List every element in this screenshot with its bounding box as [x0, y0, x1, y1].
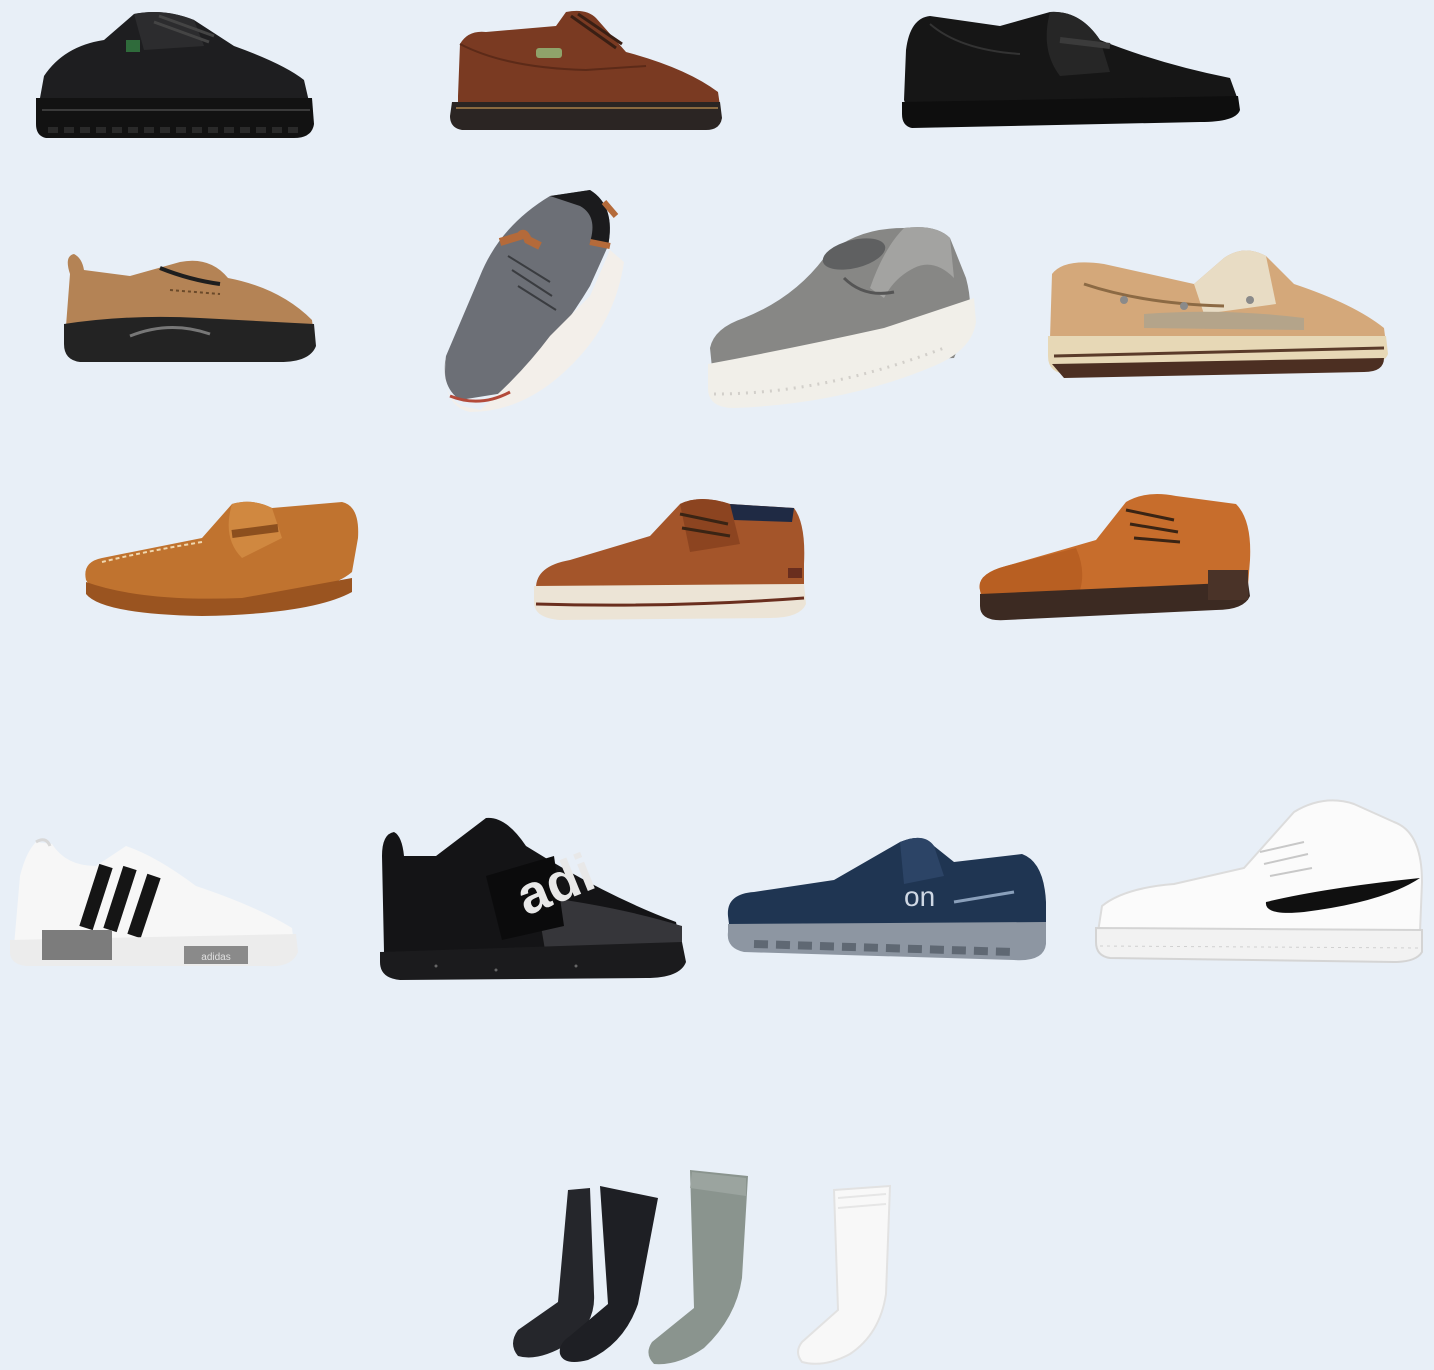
- white-sock-icon: [794, 1184, 894, 1366]
- gray-knit-sneaker-icon: [440, 186, 624, 412]
- sneaker-brand-text: adidas: [201, 952, 230, 963]
- white-high-top-sneaker-icon: [1094, 792, 1424, 964]
- brown-casual-oxford-icon: [530, 494, 808, 622]
- black-sock-icon: [508, 1184, 660, 1364]
- tan-boat-shoe-icon: [1044, 244, 1390, 380]
- tan-suede-slip-on-icon: [60, 250, 318, 366]
- brown-leather-oxford-icon: [446, 8, 724, 134]
- black-slip-on-sneaker-icon: adi: [376, 816, 690, 982]
- navy-running-shoe-icon: on: [724, 832, 1050, 970]
- shoe-brand-text: on: [904, 881, 935, 912]
- black-leather-oxford-icon: [34, 6, 314, 142]
- black-penny-loafer-icon: [900, 10, 1242, 132]
- cognac-cap-toe-oxford-icon: [976, 490, 1254, 626]
- cognac-driving-loafer-icon: [82, 498, 362, 618]
- white-striped-sneaker-icon: adidas: [6, 836, 298, 972]
- gray-sock-icon: [644, 1168, 750, 1366]
- gray-canvas-slip-on-icon: [704, 218, 978, 410]
